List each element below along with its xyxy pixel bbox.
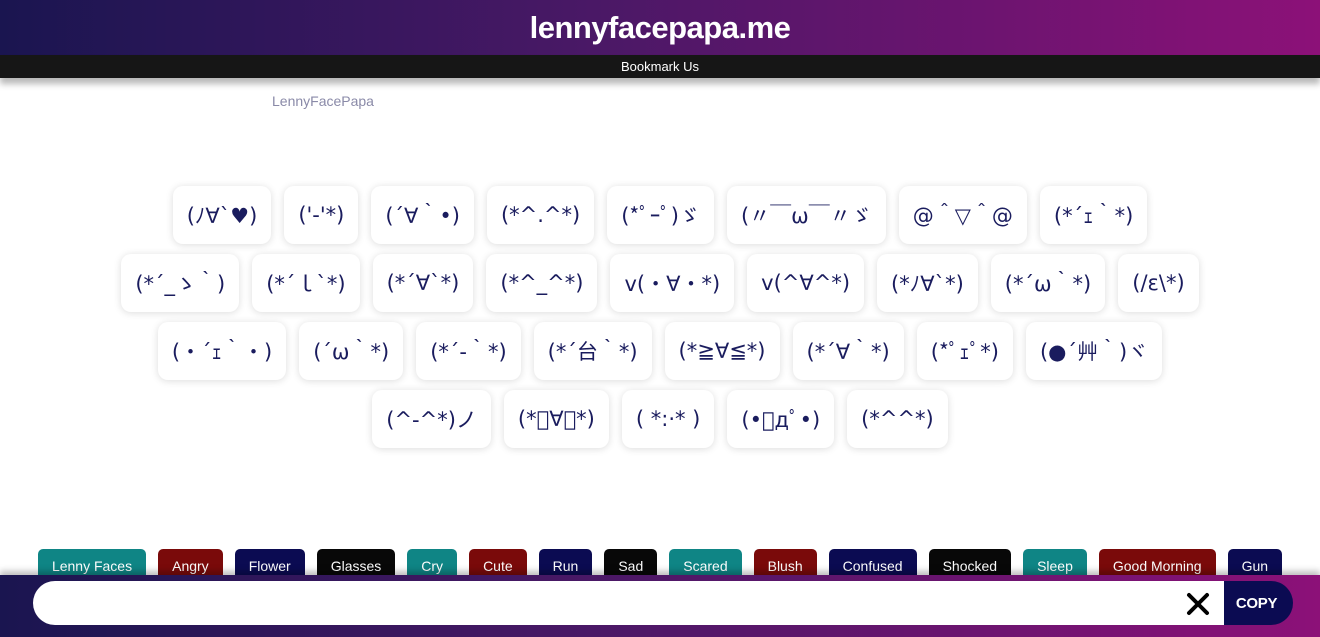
copy-input[interactable]: [33, 581, 1224, 625]
face-button[interactable]: (´ω｀*): [299, 322, 404, 380]
face-button[interactable]: (*^_^*): [486, 254, 598, 312]
face-button[interactable]: (*´ｌ`*): [252, 254, 360, 312]
face-button[interactable]: ( *:·* ): [621, 390, 715, 448]
face-button[interactable]: (*ﾟｪﾟ*): [916, 322, 1013, 380]
bookmark-bar: Bookmark Us: [0, 55, 1320, 78]
face-button[interactable]: (・´ｪ｀・): [157, 322, 287, 380]
face-button[interactable]: (*´台｀*): [533, 322, 652, 380]
face-grid: (ﾉ∀`♥) ('-'*) (´∀｀•) (*^.^*) (*ﾟｰﾟ)ゞ (〃￣ω￣〃ゞ @…: [100, 186, 1220, 448]
face-button[interactable]: (ﾉ∀`♥): [172, 186, 272, 244]
bookmark-link[interactable]: Bookmark Us: [621, 59, 699, 74]
site-title[interactable]: lennyfacepapa.me: [530, 10, 791, 46]
close-icon[interactable]: [1184, 590, 1212, 618]
face-button[interactable]: (^-^*)ノ: [372, 390, 491, 448]
face-button[interactable]: (*´∀`*): [372, 254, 474, 312]
face-button[interactable]: (*´_ゝ｀): [121, 254, 240, 312]
face-button[interactable]: (*ﾟ∀ﾟ*): [503, 390, 609, 448]
face-button[interactable]: (*´∀｀*): [792, 322, 904, 380]
face-row: (ﾉ∀`♥) ('-'*) (´∀｀•) (*^.^*) (*ﾟｰﾟ)ゞ (〃￣ω￣〃ゞ @…: [172, 186, 1148, 244]
copy-button[interactable]: COPY: [1224, 581, 1293, 625]
face-row: (*´_ゝ｀) (*´ｌ`*) (*´∀`*) (*^_^*) v(・∀・*) v(^∀^…: [121, 254, 1199, 312]
face-button[interactable]: (*^^*): [847, 390, 948, 448]
face-button[interactable]: ('-'*): [284, 186, 359, 244]
face-button[interactable]: (*´ｪ｀*): [1039, 186, 1148, 244]
face-button[interactable]: (*ﾟｰﾟ)ゞ: [607, 186, 714, 244]
face-button[interactable]: (´∀｀•): [371, 186, 474, 244]
face-button[interactable]: v(^∀^*): [747, 254, 865, 312]
face-button[interactable]: (/ε\*): [1118, 254, 1199, 312]
copy-bar: COPY: [0, 575, 1320, 637]
face-button[interactable]: (*^.^*): [486, 186, 595, 244]
face-button[interactable]: (*≧∀≦*): [664, 322, 780, 380]
face-row: (・´ｪ｀・) (´ω｀*) (*´-｀*) (*´台｀*) (*≧∀≦*) (*´∀｀*…: [157, 322, 1163, 380]
site-header: lennyfacepapa.me: [0, 0, 1320, 55]
face-button[interactable]: v(・∀・*): [610, 254, 735, 312]
face-button[interactable]: (〃￣ω￣〃ゞ: [726, 186, 886, 244]
face-button[interactable]: (*´-｀*): [416, 322, 521, 380]
face-button[interactable]: (*ﾉ∀`*): [877, 254, 978, 312]
face-button[interactable]: (•ﾟдﾟ•): [727, 390, 835, 448]
face-button[interactable]: (*´ω｀*): [990, 254, 1106, 312]
face-button[interactable]: (●´艸｀)ヾ: [1025, 322, 1163, 380]
face-button[interactable]: @＾▽＾@: [898, 186, 1027, 244]
breadcrumb[interactable]: LennyFacePapa: [272, 93, 374, 109]
face-row: (^-^*)ノ (*ﾟ∀ﾟ*)( *:·* ) (•ﾟдﾟ•) (*^^*): [372, 390, 948, 448]
